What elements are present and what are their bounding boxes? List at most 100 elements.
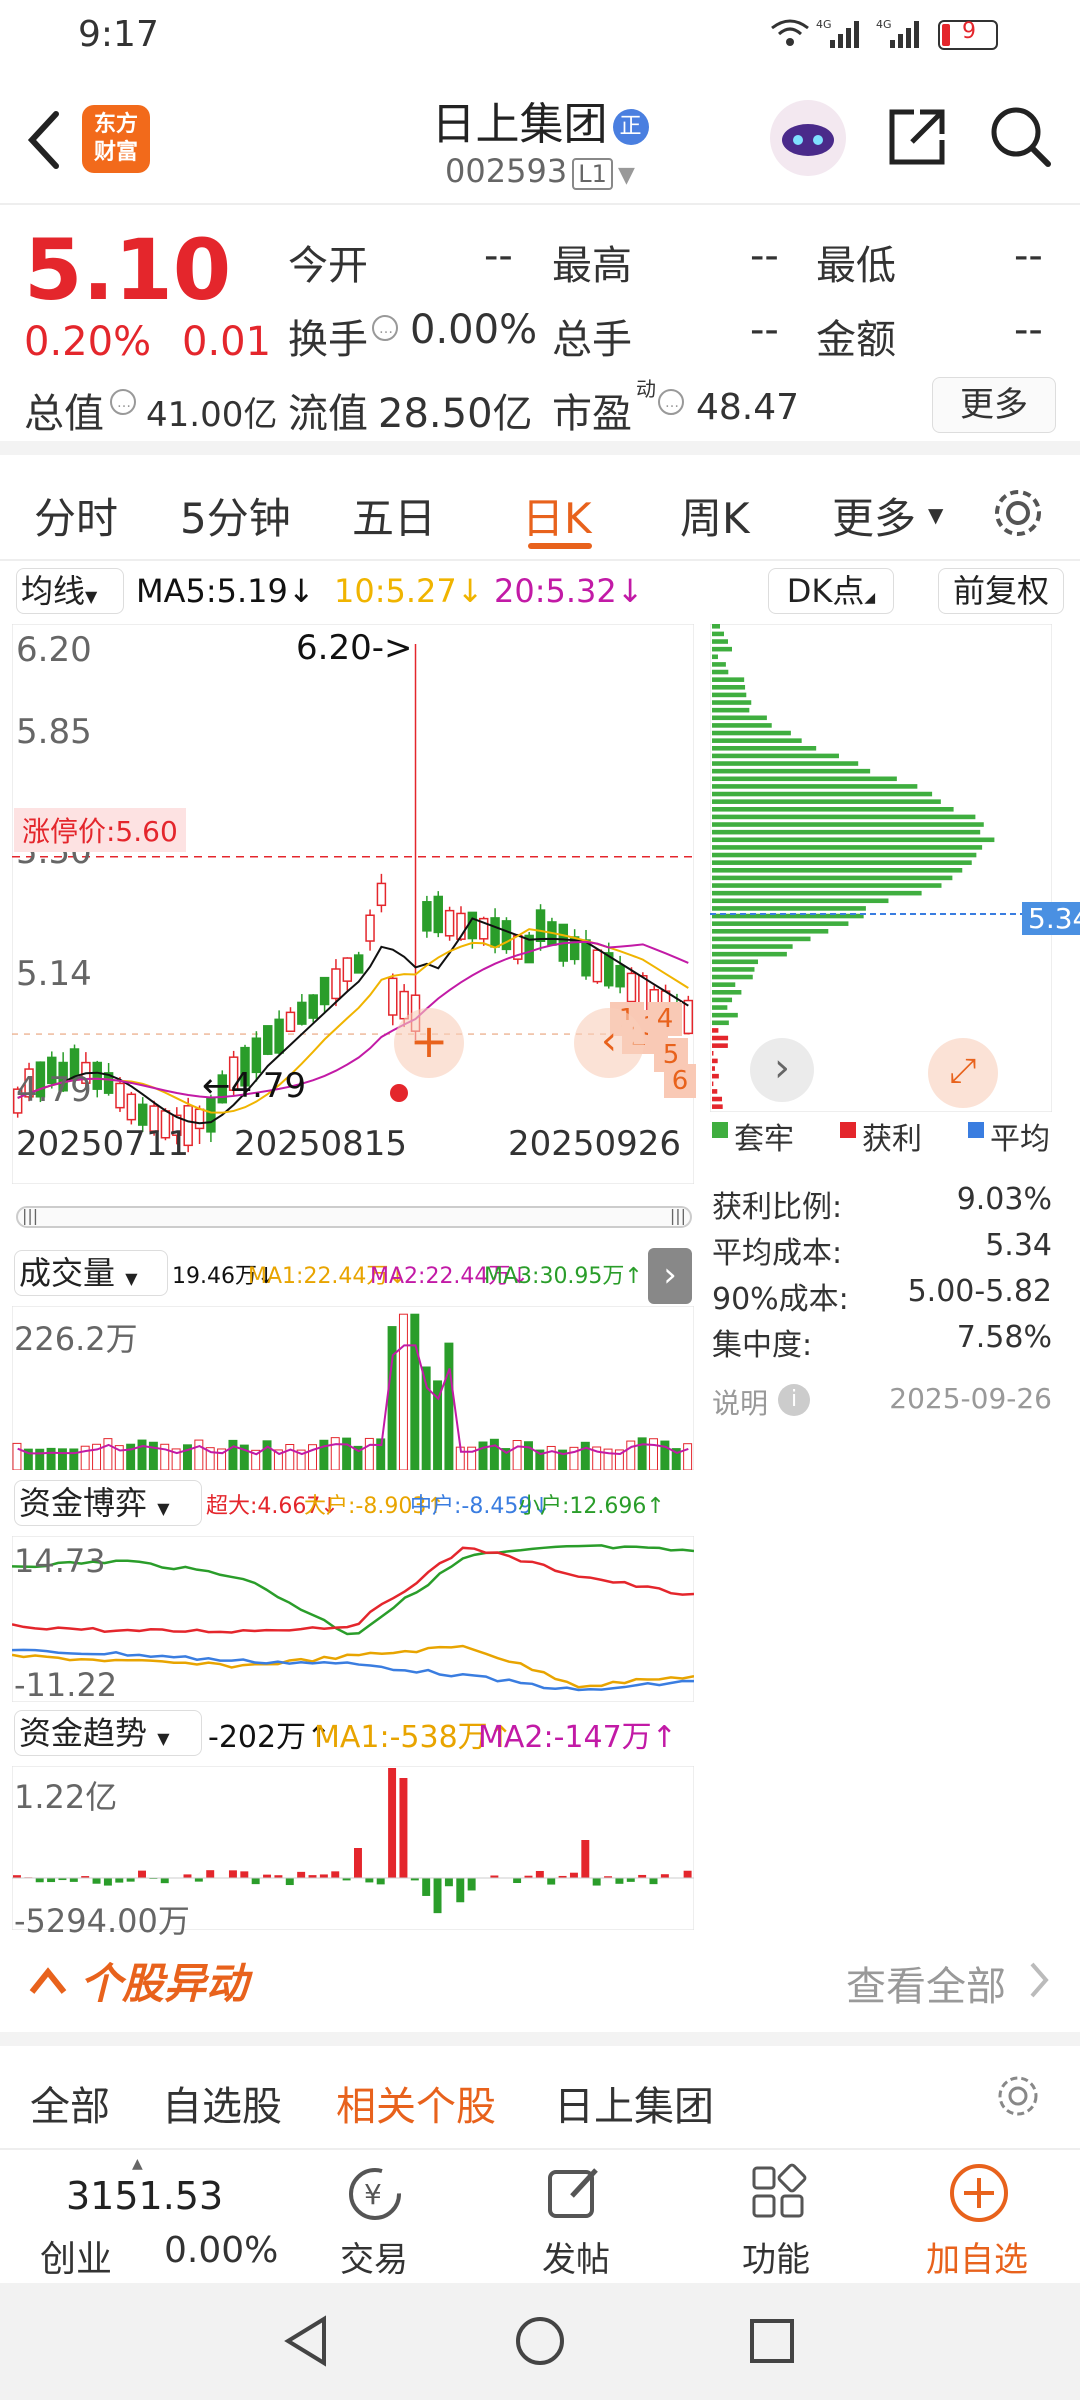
stat-val-3: 7.58% xyxy=(956,1320,1052,1355)
candle-body xyxy=(115,1082,125,1109)
low-value: -- xyxy=(1014,233,1043,279)
range-handle-left[interactable]: ||| xyxy=(22,1206,38,1225)
ma10-value: 10:5.27↓ xyxy=(334,572,484,610)
tab-intraday[interactable]: 分时 xyxy=(34,485,118,546)
chip-bar xyxy=(712,944,793,949)
dk-button[interactable]: DK点◢ xyxy=(768,568,894,614)
fund-trend-bar xyxy=(467,1878,476,1891)
fund-game-bottom: -11.22 xyxy=(14,1666,118,1704)
fund-trend-bar xyxy=(69,1878,78,1882)
event-mark-6[interactable]: 6 xyxy=(664,1064,696,1098)
index-name[interactable]: 创业 xyxy=(40,2230,112,2282)
event-mark-4[interactable]: 4 xyxy=(648,1002,682,1036)
open-label: 今开 xyxy=(288,243,368,289)
share-icon[interactable] xyxy=(884,104,950,170)
zoom-in-button[interactable]: + xyxy=(394,1008,464,1078)
ma-selector-arrow-icon: ▼ xyxy=(85,587,98,606)
volume-bar xyxy=(330,1437,340,1470)
chip-bar xyxy=(712,1043,728,1048)
date-end: 20250926 xyxy=(508,1124,682,1164)
subtab-all[interactable]: 全部 xyxy=(30,2074,110,2132)
chip-bar xyxy=(712,1096,723,1102)
tab-daily-k[interactable]: 日K xyxy=(522,485,592,546)
nav-function[interactable]: 功能 xyxy=(742,2232,810,2281)
range-handle-right[interactable]: ||| xyxy=(670,1206,686,1225)
movement-header[interactable]: 个股异动 查看全部 xyxy=(0,1930,1080,2030)
nav-recents-icon[interactable] xyxy=(744,2313,800,2369)
trade-icon[interactable]: ¥ xyxy=(340,2164,410,2224)
scroll-left-button[interactable]: ‹ xyxy=(574,1008,644,1078)
fund-trend-bar xyxy=(535,1870,544,1878)
adjust-button[interactable]: 前复权 xyxy=(938,568,1064,614)
chip-bar xyxy=(712,1073,719,1079)
index-value[interactable]: 3151.53 xyxy=(66,2174,223,2218)
stat-val-2: 5.00-5.82 xyxy=(907,1274,1052,1309)
tab-5day[interactable]: 五日 xyxy=(352,485,436,546)
tab-weekly-k[interactable]: 周K xyxy=(680,485,750,546)
chip-bar xyxy=(712,997,733,1003)
chip-bar xyxy=(712,822,984,827)
range-slider[interactable]: ||| ||| xyxy=(16,1206,692,1228)
volume-bar xyxy=(103,1438,113,1470)
date-mid: 20250815 xyxy=(234,1124,408,1164)
info-icon-2[interactable]: … xyxy=(108,387,138,417)
volume-bar xyxy=(12,1442,22,1470)
volume-bar xyxy=(410,1313,420,1470)
settings-gear-icon[interactable] xyxy=(990,485,1046,541)
fund-game-selector[interactable]: 资金博弈 ▼ xyxy=(14,1480,202,1526)
fund-trend-label: 资金趋势 xyxy=(19,1714,148,1752)
stock-name: 日上集团 xyxy=(431,99,608,150)
info-icon-3[interactable]: … xyxy=(656,387,686,417)
edit-icon[interactable] xyxy=(544,2162,604,2222)
add-circle-icon[interactable] xyxy=(948,2162,1010,2224)
nav-back-icon[interactable] xyxy=(280,2313,336,2369)
fund-trend-bar xyxy=(297,1871,306,1878)
fund-trend-ma2: MA2:-147万↑ xyxy=(478,1720,677,1755)
volume-selector-label: 成交量 xyxy=(19,1254,116,1292)
subtab-settings-icon[interactable] xyxy=(994,2072,1042,2120)
subtab-watchlist[interactable]: 自选股 xyxy=(162,2074,282,2132)
view-all-link[interactable]: 查看全部 xyxy=(846,1954,1006,2012)
chip-bar xyxy=(712,845,983,850)
mktcap-value: 41.00亿 xyxy=(146,395,278,435)
chip-bar xyxy=(712,814,976,820)
expand-icon[interactable]: ⤢ xyxy=(928,1038,998,1108)
search-icon[interactable] xyxy=(988,104,1054,170)
volume-bar xyxy=(137,1439,147,1470)
assistant-avatar[interactable] xyxy=(770,100,846,176)
expand-right-button[interactable]: › xyxy=(648,1248,692,1304)
fund-trend-value: -202万↑ xyxy=(208,1720,332,1755)
chip-bar xyxy=(712,753,839,759)
fund-trend-selector[interactable]: 资金趋势 ▼ xyxy=(14,1710,202,1756)
fund-trend-bar xyxy=(399,1778,408,1878)
nav-post[interactable]: 发帖 xyxy=(542,2232,610,2281)
info-icon[interactable]: … xyxy=(370,313,400,343)
ma20-value: 20:5.32↓ xyxy=(494,572,644,610)
subtab-company[interactable]: 日上集团 xyxy=(554,2074,714,2132)
chip-next-button[interactable]: › xyxy=(750,1038,814,1102)
nav-add-watchlist[interactable]: 加自选 xyxy=(926,2232,1028,2281)
signal-icon-2: 4G xyxy=(876,16,926,50)
subtab-related[interactable]: 相关个股 xyxy=(336,2074,496,2132)
more-dropdown-icon: ▼ xyxy=(928,503,944,527)
chip-distribution[interactable] xyxy=(710,624,1052,1112)
legend-profit: 获利 xyxy=(862,1122,922,1157)
fund-trend-bar xyxy=(115,1878,124,1883)
tab-5min[interactable]: 5分钟 xyxy=(180,485,291,546)
active-tab-indicator xyxy=(528,543,592,549)
turnover-label: 换手 xyxy=(288,317,368,363)
fund-trend-bar xyxy=(581,1840,590,1878)
level-badge: L1 xyxy=(572,158,613,190)
chip-bar xyxy=(712,883,942,888)
more-button[interactable]: 更多 xyxy=(932,377,1056,433)
volume-bar xyxy=(342,1437,352,1470)
nav-trade[interactable]: 交易 xyxy=(340,2232,408,2281)
tab-more[interactable]: 更多 xyxy=(832,485,916,546)
ma-selector[interactable]: 均线▼ xyxy=(16,568,124,614)
fund-trend-bar xyxy=(456,1878,465,1903)
fund-trend-bar xyxy=(354,1848,362,1878)
nav-home-icon[interactable] xyxy=(512,2313,568,2369)
kline-chart[interactable] xyxy=(12,624,694,1184)
apps-grid-icon[interactable] xyxy=(748,2162,808,2222)
volume-selector[interactable]: 成交量 ▼ xyxy=(14,1250,168,1296)
